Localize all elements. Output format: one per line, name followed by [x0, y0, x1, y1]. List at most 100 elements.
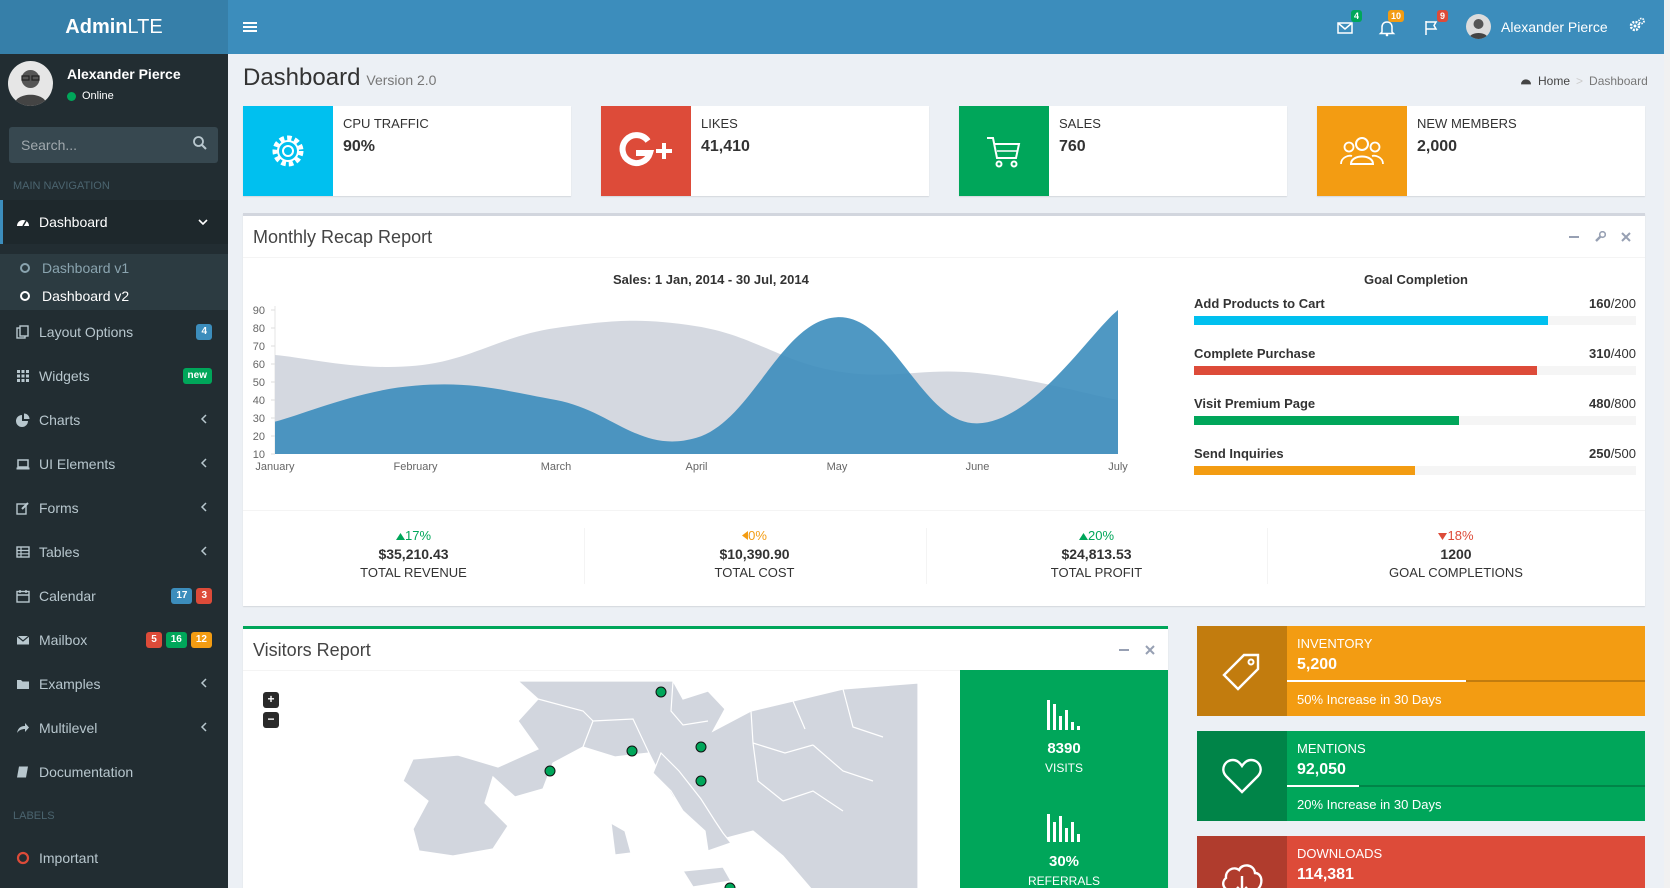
info-box-label: NEW MEMBERS [1417, 116, 1517, 131]
progress-group: Add Products to Cart 160/200 [1194, 296, 1636, 325]
description-value: $24,813.53 [1061, 546, 1132, 562]
widgets-badge: new [182, 368, 212, 384]
y-tick-label: 60 [253, 359, 265, 371]
sidebar-item-ui-elements[interactable]: UI Elements [0, 442, 228, 486]
user-name: Alexander Pierce [1501, 18, 1608, 35]
mentions-box: MENTIONS 92,050 20% Increase in 30 Days [1197, 731, 1645, 821]
y-tick-label: 20 [253, 431, 265, 443]
breadcrumb: Home > Dashboard [1520, 74, 1648, 88]
pie-chart-icon [15, 412, 31, 428]
sidebar-item-documentation[interactable]: Documentation [0, 750, 228, 794]
progress-bar [1194, 316, 1636, 325]
chevron-left-icon [200, 414, 207, 424]
search-input[interactable] [9, 127, 184, 163]
caret-up-icon [395, 528, 405, 543]
sidebar-item-calendar[interactable]: Calendar 17 3 [0, 574, 228, 618]
info-box-label: INVENTORY [1297, 636, 1373, 651]
minus-icon [1119, 649, 1129, 651]
logo[interactable]: AdminLTE [0, 0, 228, 54]
sidebar-subitem-dashboard-v2[interactable]: Dashboard v2 [0, 282, 228, 310]
sidebar-item-multilevel[interactable]: Multilevel [0, 706, 228, 750]
progress-label: Complete Purchase [1194, 346, 1316, 361]
heart-icon [1222, 758, 1262, 794]
cloud-download-icon [1222, 864, 1263, 888]
progress-bar [1287, 680, 1645, 682]
progress-description: 50% Increase in 30 Days [1297, 692, 1442, 707]
circle-icon [20, 291, 30, 301]
referrals-label: REFERRALS [1027, 874, 1101, 888]
description-value: $35,210.43 [378, 546, 449, 562]
remove-button[interactable] [1620, 230, 1632, 242]
sidebar-subitem-dashboard-v1[interactable]: Dashboard v1 [0, 254, 228, 282]
sidebar-item-forms[interactable]: Forms [0, 486, 228, 530]
search-button[interactable] [192, 135, 212, 155]
progress-fill [1194, 416, 1460, 425]
info-box-label: SALES [1059, 116, 1101, 131]
info-box-label: CPU TRAFFIC [343, 116, 429, 131]
visitors-stats-panel: 8390 VISITS 30% REFERRALS [960, 670, 1168, 888]
control-sidebar-button[interactable] [1628, 16, 1650, 38]
sidebar-item-examples[interactable]: Examples [0, 662, 228, 706]
tasks-button[interactable]: 9 [1418, 10, 1448, 40]
y-tick-label: 80 [253, 323, 265, 335]
content-header: Dashboard Version 2.0 [243, 64, 436, 92]
page-scrollbar[interactable] [1664, 0, 1670, 888]
sidebar-item-widgets[interactable]: Widgets new [0, 354, 228, 398]
progress-fill [1194, 316, 1548, 325]
sidebar-item-mailbox[interactable]: Mailbox 5 16 12 [0, 618, 228, 662]
x-tick-label: February [393, 461, 438, 473]
sidebar-item-dashboard[interactable]: Dashboard [0, 200, 228, 244]
x-tick-label: January [255, 461, 295, 473]
chevron-left-icon [200, 722, 207, 732]
progress-group: Send Inquiries 250/500 [1194, 446, 1636, 475]
remove-button[interactable] [1144, 643, 1156, 655]
hamburger-icon [243, 22, 257, 32]
edit-icon [15, 500, 31, 516]
chevron-down-icon [198, 219, 208, 226]
close-icon [1145, 645, 1155, 655]
box-title: Visitors Report [253, 640, 371, 660]
user-panel: Alexander Pierce Online [0, 54, 228, 119]
collapse-button[interactable] [1568, 230, 1580, 242]
y-tick-label: 70 [253, 341, 265, 353]
messages-badge: 4 [1350, 10, 1362, 22]
messages-button[interactable]: 4 [1332, 10, 1362, 40]
breadcrumb-home[interactable]: Home [1538, 74, 1570, 88]
circle-icon [15, 850, 31, 866]
tasks-badge: 9 [1436, 10, 1448, 22]
collapse-button[interactable] [1118, 643, 1130, 655]
minus-icon [1569, 236, 1579, 238]
progress-bar [1194, 416, 1636, 425]
description-block: 20% $24,813.53 TOTAL PROFIT [926, 528, 1267, 580]
bar-chart-icon [1047, 700, 1080, 730]
sidebar-item-layout-options[interactable]: Layout Options 4 [0, 310, 228, 354]
notifications-button[interactable]: 10 [1374, 10, 1404, 40]
user-menu[interactable]: Alexander Pierce [1466, 14, 1608, 39]
map-zoom-in-button[interactable]: + [263, 692, 279, 708]
sidebar-item-charts[interactable]: Charts [0, 398, 228, 442]
sidebar-toggle-button[interactable] [240, 15, 260, 39]
description-value: $10,390.90 [719, 546, 790, 562]
info-box-members: NEW MEMBERS 2,000 [1317, 106, 1645, 196]
mailbox-badge: 12 [190, 632, 212, 648]
goal-completion-title: Goal Completion [1364, 272, 1468, 287]
sidebar: Alexander Pierce Online MAIN NAVIGATION … [0, 54, 228, 888]
progress-number: 480/800 [1588, 396, 1636, 411]
description-block: 17% $35,210.43 TOTAL REVENUE [243, 528, 584, 580]
caret-up-icon [1078, 528, 1088, 543]
info-box-value: 760 [1059, 138, 1086, 155]
breadcrumb-separator: > [1576, 74, 1584, 88]
main-nav-header: MAIN NAVIGATION [13, 180, 110, 192]
circle-icon [20, 263, 30, 273]
progress-fill [1194, 366, 1537, 375]
dashboard-icon [15, 214, 31, 230]
sidebar-item-important[interactable]: Important [0, 836, 228, 880]
map-zoom-out-button[interactable]: − [263, 712, 279, 728]
layout-badge: 4 [196, 324, 212, 340]
avatar [1466, 14, 1491, 39]
settings-button[interactable] [1594, 230, 1607, 242]
sidebar-item-tables[interactable]: Tables [0, 530, 228, 574]
box-footer-divider [243, 510, 1645, 511]
breadcrumb-current: Dashboard [1589, 74, 1648, 88]
mailbox-badge: 5 [146, 632, 162, 648]
